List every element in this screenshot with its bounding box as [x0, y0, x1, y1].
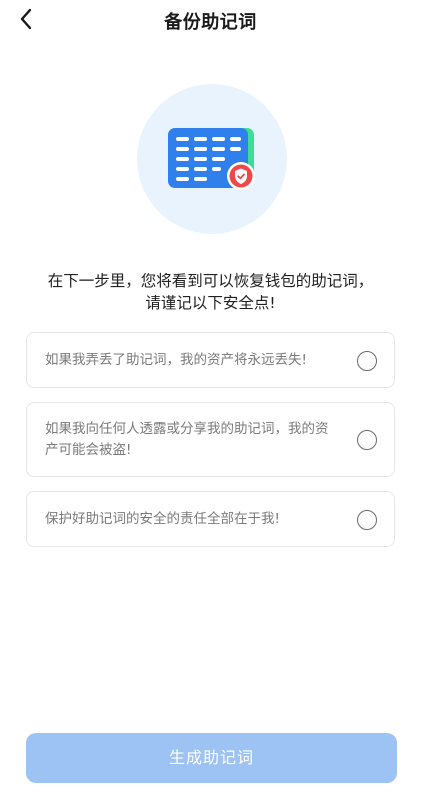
mnemonic-illustration	[137, 84, 287, 234]
header: 备份助记词	[0, 0, 421, 38]
checklist-item-text: 保护好助记词的安全的责任全部在于我!	[45, 511, 280, 527]
radio-button[interactable]	[357, 430, 377, 450]
mnemonic-card-shield-icon	[168, 128, 255, 190]
generate-mnemonic-button[interactable]: 生成助记词	[26, 733, 397, 783]
radio-button[interactable]	[357, 510, 377, 530]
page-title: 备份助记词	[164, 12, 257, 33]
radio-button[interactable]	[357, 351, 377, 371]
checklist-item-responsibility[interactable]: 保护好助记词的安全的责任全部在于我!	[26, 491, 395, 547]
intro-line-1: 在下一步里，您将看到可以恢复钱包的助记词，	[47, 272, 374, 290]
checklist-item-text: 如果我弄丢了助记词，我的资产将永远丢失!	[45, 352, 307, 368]
intro-text: 在下一步里，您将看到可以恢复钱包的助记词， 请谨记以下安全点!	[20, 270, 401, 314]
checklist-item-lose-mnemonic[interactable]: 如果我弄丢了助记词，我的资产将永远丢失!	[26, 332, 395, 388]
intro-line-2: 请谨记以下安全点!	[145, 294, 276, 312]
backup-mnemonic-screen: 备份助记词 在下一步里，您将看到可以恢复钱包的助记词， 请谨记以下安全点! 如果…	[0, 0, 421, 793]
checklist-item-share-mnemonic[interactable]: 如果我向任何人透露或分享我的助记词，我的资产可能会被盗!	[26, 402, 395, 477]
checklist-item-text: 如果我向任何人透露或分享我的助记词，我的资产可能会被盗!	[45, 421, 329, 458]
